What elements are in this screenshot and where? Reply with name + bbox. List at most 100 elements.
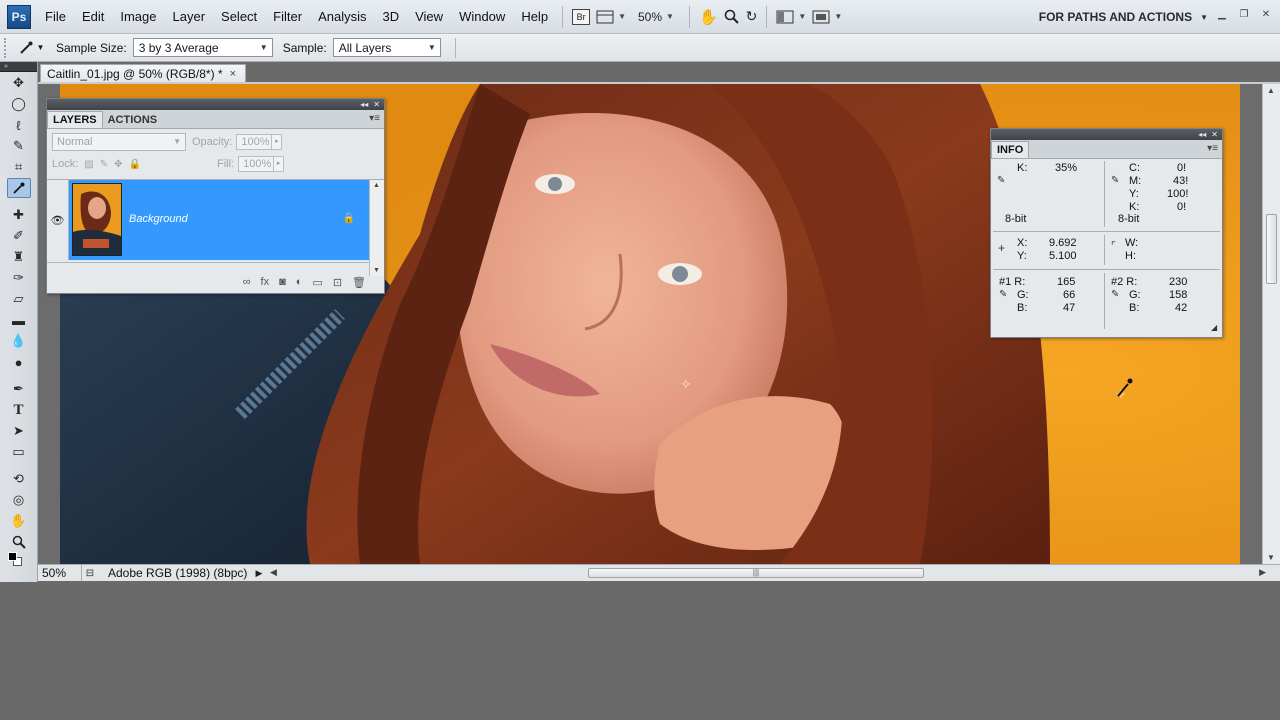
move-tool[interactable]: ✥ [7, 73, 31, 93]
rotate-view-button[interactable]: ↻ [746, 6, 758, 28]
tab-actions[interactable]: ACTIONS [103, 111, 163, 128]
eraser-tool[interactable]: ▱ [7, 289, 31, 309]
visibility-eye-icon[interactable]: 👁 [47, 180, 69, 260]
collapse-icon[interactable]: ◂◂ [360, 100, 368, 109]
sample-size-dropdown[interactable]: 3 by 3 Average ▼ [132, 38, 273, 57]
lock-transparent-icon[interactable]: ▨ [84, 159, 93, 170]
clone-stamp-tool[interactable]: ♜ [7, 247, 31, 267]
brush-tool[interactable]: ✐ [7, 226, 31, 246]
vertical-scroll-thumb[interactable] [1266, 214, 1277, 284]
adjustment-layer-icon[interactable]: ◐ [296, 276, 303, 289]
eyedropper-tool[interactable] [6, 178, 31, 198]
color-swatches[interactable] [0, 552, 37, 568]
scroll-left-icon[interactable]: ◀ [270, 567, 277, 578]
scroll-up-icon[interactable]: ▲ [1267, 86, 1275, 95]
hand-tool[interactable]: ✋ [7, 511, 31, 531]
menu-window[interactable]: Window [451, 9, 513, 24]
tool-preset-picker[interactable]: ▼ [16, 37, 46, 59]
minimize-icon[interactable]: ▁ [1216, 8, 1228, 20]
lock-position-icon[interactable]: ✥ [114, 159, 122, 170]
menu-help[interactable]: Help [513, 9, 556, 24]
pen-tool[interactable]: ✒ [7, 379, 31, 399]
panel-titlebar[interactable]: ◂◂ ✕ [47, 99, 384, 110]
path-selection-tool[interactable]: ➤ [7, 421, 31, 441]
history-brush-tool[interactable]: ✑ [7, 268, 31, 288]
3d-rotate-tool[interactable]: ⟲ [7, 469, 31, 489]
opacity-label: Opacity: [192, 136, 233, 148]
arrange-documents-button[interactable]: ▼ [776, 6, 806, 28]
layer-style-icon[interactable]: fx [261, 276, 270, 289]
opacity-slider-arrow[interactable]: ▸ [272, 134, 283, 150]
delete-layer-icon[interactable]: 🗑 [352, 276, 366, 289]
marquee-tool[interactable]: ◯ [7, 94, 31, 114]
type-tool[interactable]: T [7, 400, 31, 420]
scroll-down-icon[interactable]: ▼ [373, 267, 380, 274]
zoom-tool[interactable] [7, 532, 31, 552]
lasso-tool[interactable]: ℓ [7, 115, 31, 135]
layer-list-scrollbar[interactable]: ▲ ▼ [369, 180, 384, 276]
scroll-up-icon[interactable]: ▲ [373, 182, 380, 189]
hand-tool-button[interactable]: ✋ [699, 6, 718, 28]
quick-selection-tool[interactable]: ✎ [7, 136, 31, 156]
crop-tool[interactable]: ⌗ [7, 157, 31, 177]
options-grip[interactable] [4, 37, 8, 58]
restore-icon[interactable]: ❐ [1238, 8, 1250, 20]
resize-grip-icon[interactable]: ◢ [1211, 323, 1217, 332]
menu-layer[interactable]: Layer [165, 9, 214, 24]
collapse-icon[interactable]: ◂◂ [1198, 130, 1206, 139]
shape-tool[interactable]: ▭ [7, 442, 31, 462]
close-icon[interactable]: ✕ [373, 100, 380, 109]
layer-row-background[interactable]: Background 🔒 [69, 180, 369, 260]
fill-slider-arrow[interactable]: ▸ [274, 156, 285, 172]
lock-pixels-icon[interactable]: ✎ [100, 159, 108, 170]
bridge-button[interactable]: Br [572, 6, 591, 28]
tab-layers[interactable]: LAYERS [47, 111, 103, 128]
menu-image[interactable]: Image [112, 9, 164, 24]
3d-orbit-tool[interactable]: ◎ [7, 490, 31, 510]
zoom-level-dropdown[interactable]: 50% ▼ [632, 6, 680, 28]
zoom-field[interactable]: 50% [38, 565, 82, 581]
new-layer-icon[interactable]: ⊡ [333, 276, 342, 289]
add-mask-icon[interactable]: ◙ [279, 276, 286, 289]
photoshop-logo: Ps [7, 4, 31, 29]
menu-filter[interactable]: Filter [265, 9, 310, 24]
gradient-tool[interactable]: ▬ [7, 310, 31, 330]
dodge-tool[interactable]: ● [7, 352, 31, 372]
view-extras-button[interactable]: ▼ [596, 6, 626, 28]
zoom-tool-button[interactable] [724, 6, 740, 28]
healing-brush-tool[interactable]: ✚ [7, 205, 31, 225]
menu-file[interactable]: File [37, 9, 74, 24]
scroll-down-icon[interactable]: ▼ [1267, 553, 1275, 562]
tab-info[interactable]: INFO [991, 141, 1030, 158]
workspace-switcher[interactable]: FOR PATHS AND ACTIONS ▼ [1039, 0, 1208, 34]
panel-menu-icon[interactable]: ▾≡ [369, 113, 380, 124]
close-icon[interactable]: ✕ [1260, 8, 1272, 20]
screen-mode-button[interactable]: ▼ [812, 6, 842, 28]
panel-menu-icon[interactable]: ▾≡ [1207, 143, 1218, 154]
scroll-right-icon[interactable]: ▶ [1259, 567, 1266, 578]
menu-view[interactable]: View [407, 9, 451, 24]
status-menu-arrow[interactable]: ▶ [252, 568, 266, 579]
fill-field[interactable]: 100% [238, 156, 275, 172]
horizontal-scrollbar[interactable]: ◀ ||| ▶ [268, 565, 1280, 581]
blend-mode-dropdown[interactable]: Normal ▼ [52, 133, 186, 151]
menu-select[interactable]: Select [213, 9, 265, 24]
lock-all-icon[interactable]: 🔒 [129, 159, 141, 170]
foreground-color-swatch[interactable] [8, 552, 17, 561]
link-layers-icon[interactable]: ∞ [243, 276, 251, 289]
close-icon[interactable]: ✕ [1211, 130, 1218, 139]
blur-tool[interactable]: 💧 [7, 331, 31, 351]
close-icon[interactable]: × [230, 68, 236, 80]
panel-titlebar[interactable]: ◂◂ ✕ [991, 129, 1222, 140]
new-group-icon[interactable]: ▭ [312, 276, 322, 289]
document-tab[interactable]: Caitlin_01.jpg @ 50% (RGB/8*) * × [40, 64, 246, 83]
vertical-scrollbar[interactable]: ▲ ▼ [1262, 84, 1280, 564]
menu-analysis[interactable]: Analysis [310, 9, 374, 24]
document-info-icon[interactable]: ⊟ [82, 568, 98, 579]
sample-dropdown[interactable]: All Layers ▼ [332, 38, 441, 57]
menu-3d[interactable]: 3D [374, 9, 407, 24]
tools-panel-header[interactable]: » [0, 62, 37, 72]
horizontal-scroll-thumb[interactable]: ||| [588, 568, 924, 578]
menu-edit[interactable]: Edit [74, 9, 112, 24]
opacity-field[interactable]: 100% [236, 134, 273, 150]
